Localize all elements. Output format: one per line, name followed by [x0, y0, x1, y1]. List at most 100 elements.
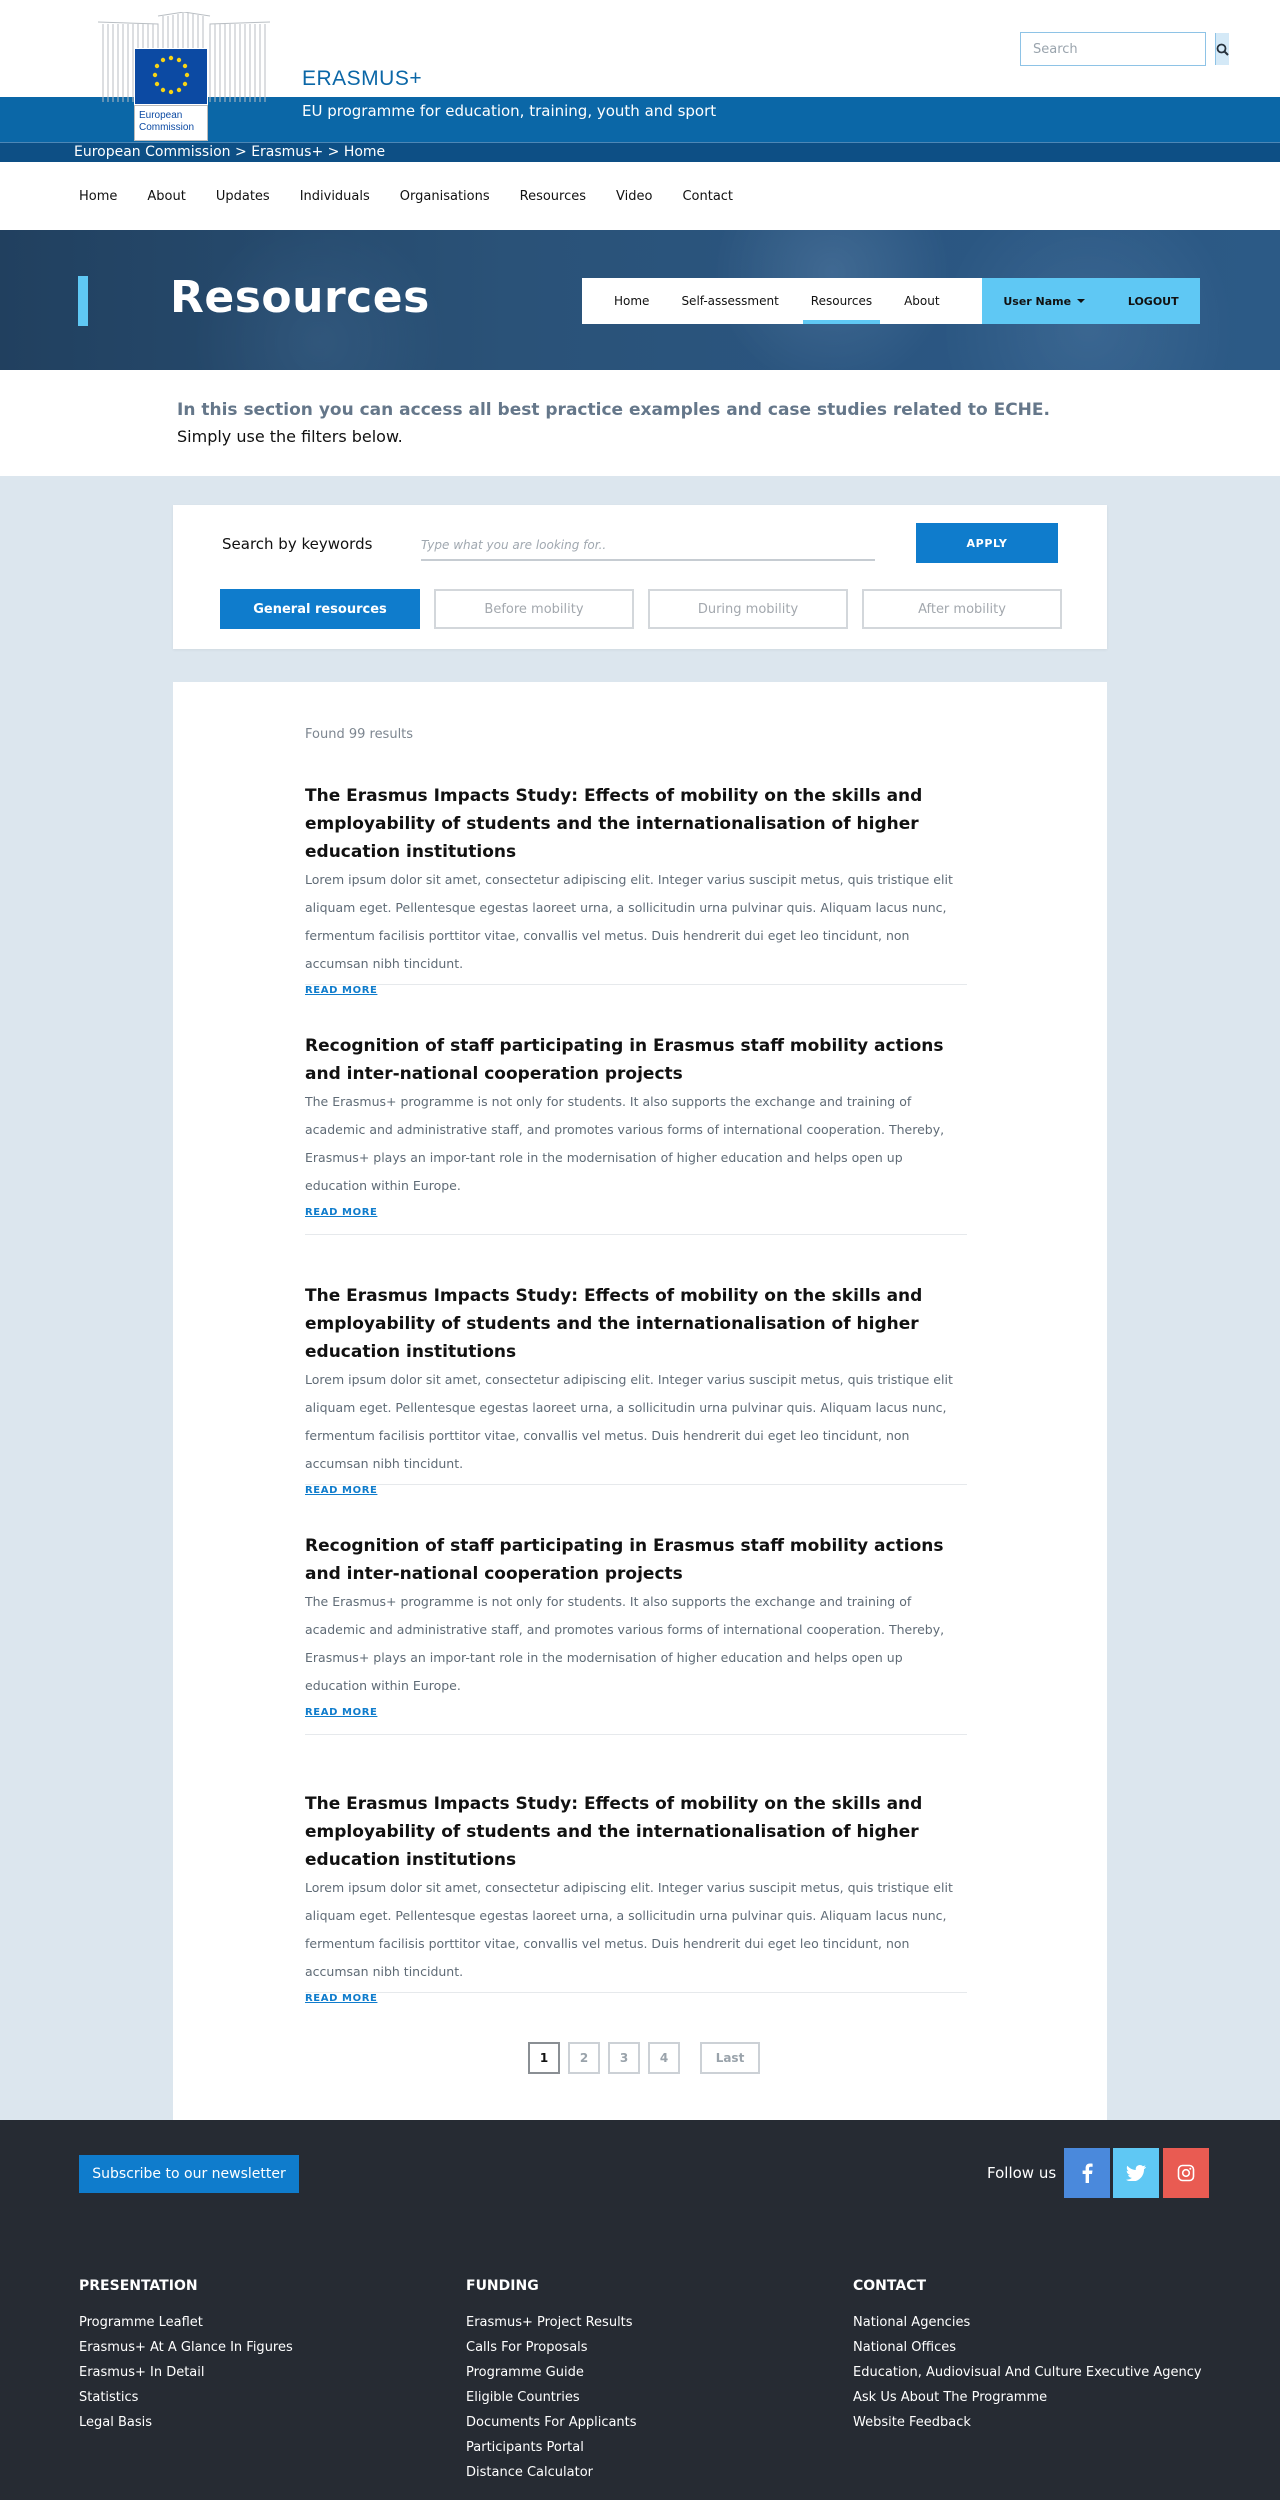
- footer-link[interactable]: Calls For Proposals: [466, 2335, 806, 2360]
- result-title[interactable]: The Erasmus Impacts Study: Effects of mo…: [305, 782, 967, 866]
- footer-heading: CONTACT: [853, 2278, 927, 2294]
- user-name: User Name: [1003, 294, 1072, 308]
- nav-organisations[interactable]: Organisations: [400, 189, 490, 204]
- section-tabs: Home Self-assessment Resources About: [582, 278, 982, 324]
- logo-text: European Commission: [134, 105, 208, 141]
- footer: Subscribe to our newsletter Follow us PR…: [0, 2120, 1280, 2500]
- result-summary: The Erasmus+ programme is not only for s…: [305, 1594, 945, 1693]
- twitter-button[interactable]: [1113, 2148, 1159, 2198]
- footer-column-contact: CONTACT National Agencies National Offic…: [853, 2278, 1253, 2435]
- nav-individuals[interactable]: Individuals: [300, 189, 370, 204]
- filter-tab-during-mobility[interactable]: During mobility: [648, 589, 848, 629]
- tab-self-assessment[interactable]: Self-assessment: [665, 278, 794, 324]
- hero-accent-bar: [78, 276, 88, 326]
- result-item: The Erasmus Impacts Study: Effects of mo…: [305, 782, 967, 997]
- subscribe-newsletter-button[interactable]: Subscribe to our newsletter: [79, 2155, 299, 2193]
- result-divider: [305, 1234, 967, 1235]
- user-bar: User Name LOGOUT: [982, 278, 1200, 324]
- pagination: 1 2 3 4 Last: [528, 2042, 760, 2074]
- filter-tabs: General resources Before mobility During…: [220, 589, 1062, 629]
- footer-column-presentation: PRESENTATION Programme Leaflet Erasmus+ …: [79, 2278, 419, 2435]
- read-more-link[interactable]: READ MORE: [305, 985, 377, 996]
- footer-link[interactable]: Documents For Applicants: [466, 2410, 806, 2435]
- search-keywords-label: Search by keywords: [222, 535, 373, 553]
- page-1-button[interactable]: 1: [528, 2042, 560, 2074]
- result-item: Recognition of staff participating in Er…: [305, 1032, 967, 1219]
- nav-resources[interactable]: Resources: [520, 189, 586, 204]
- result-title[interactable]: The Erasmus Impacts Study: Effects of mo…: [305, 1282, 967, 1366]
- result-summary: Lorem ipsum dolor sit amet, consectetur …: [305, 1372, 953, 1471]
- intro-section: In this section you can access all best …: [0, 370, 1280, 476]
- header-search: [1020, 32, 1229, 66]
- read-more-link[interactable]: READ MORE: [305, 1485, 377, 1496]
- footer-link[interactable]: Erasmus+ Project Results: [466, 2310, 806, 2335]
- last-page-button[interactable]: Last: [700, 2042, 760, 2074]
- filter-tab-general-resources[interactable]: General resources: [220, 589, 420, 629]
- footer-link[interactable]: Programme Leaflet: [79, 2310, 419, 2335]
- page-2-button[interactable]: 2: [568, 2042, 600, 2074]
- european-commission-logo[interactable]: European Commission: [98, 12, 270, 141]
- nav-video[interactable]: Video: [616, 189, 652, 204]
- result-title[interactable]: The Erasmus Impacts Study: Effects of mo…: [305, 1790, 967, 1874]
- read-more-link[interactable]: READ MORE: [305, 1993, 377, 2004]
- footer-link[interactable]: Eligible Countries: [466, 2385, 806, 2410]
- results-panel: Found 99 results The Erasmus Impacts Stu…: [173, 682, 1107, 2120]
- results-count: Found 99 results: [305, 727, 414, 742]
- read-more-link[interactable]: READ MORE: [305, 1707, 377, 1718]
- search-input[interactable]: [1021, 33, 1215, 65]
- user-menu[interactable]: User Name: [1003, 294, 1086, 308]
- read-more-link[interactable]: READ MORE: [305, 1207, 377, 1218]
- result-summary: Lorem ipsum dolor sit amet, consectetur …: [305, 1880, 953, 1979]
- filter-panel: Search by keywords APPLY General resourc…: [173, 505, 1107, 649]
- footer-link[interactable]: Legal Basis: [79, 2410, 419, 2435]
- intro-line-2: Simply use the filters below.: [177, 427, 403, 446]
- footer-column-funding: FUNDING Erasmus+ Project Results Calls F…: [466, 2278, 806, 2485]
- footer-link[interactable]: Programme Guide: [466, 2360, 806, 2385]
- keyword-search-input[interactable]: [421, 531, 875, 561]
- nav-updates[interactable]: Updates: [216, 189, 270, 204]
- filter-tab-after-mobility[interactable]: After mobility: [862, 589, 1062, 629]
- tab-about[interactable]: About: [888, 278, 955, 324]
- tab-resources[interactable]: Resources: [795, 278, 888, 324]
- result-item: Recognition of staff participating in Er…: [305, 1532, 967, 1719]
- site-tagline: EU programme for education, training, yo…: [302, 102, 717, 120]
- footer-link[interactable]: Statistics: [79, 2385, 419, 2410]
- result-item: The Erasmus Impacts Study: Effects of mo…: [305, 1790, 967, 2005]
- footer-link[interactable]: National Offices: [853, 2335, 1253, 2360]
- footer-link[interactable]: Ask Us About The Programme: [853, 2385, 1253, 2410]
- breadcrumb[interactable]: European Commission > Erasmus+ > Home: [74, 143, 385, 161]
- footer-link[interactable]: Website Feedback: [853, 2410, 1253, 2435]
- footer-link[interactable]: Education, Audiovisual And Culture Execu…: [853, 2360, 1253, 2385]
- footer-link[interactable]: Erasmus+ In Detail: [79, 2360, 419, 2385]
- nav-home[interactable]: Home: [79, 189, 117, 204]
- intro-line-1: In this section you can access all best …: [177, 400, 1050, 420]
- nav-contact[interactable]: Contact: [682, 189, 733, 204]
- result-summary: The Erasmus+ programme is not only for s…: [305, 1094, 945, 1193]
- footer-link[interactable]: Participants Portal: [466, 2435, 806, 2460]
- result-divider: [305, 1484, 967, 1485]
- page-3-button[interactable]: 3: [608, 2042, 640, 2074]
- footer-link[interactable]: Distance Calculator: [466, 2460, 806, 2485]
- follow-us-label: Follow us: [987, 2164, 1057, 2182]
- result-divider: [305, 1992, 967, 1993]
- instagram-icon: [1177, 2164, 1195, 2182]
- result-title[interactable]: Recognition of staff participating in Er…: [305, 1032, 967, 1088]
- instagram-button[interactable]: [1163, 2148, 1209, 2198]
- logout-button[interactable]: LOGOUT: [1128, 295, 1179, 308]
- search-button[interactable]: [1215, 33, 1229, 65]
- eu-flag-icon: [134, 48, 208, 105]
- footer-link[interactable]: Erasmus+ At A Glance In Figures: [79, 2335, 419, 2360]
- filter-tab-before-mobility[interactable]: Before mobility: [434, 589, 634, 629]
- facebook-button[interactable]: [1064, 2148, 1110, 2198]
- facebook-icon: [1082, 2163, 1093, 2183]
- page-4-button[interactable]: 4: [648, 2042, 680, 2074]
- footer-link[interactable]: National Agencies: [853, 2310, 1253, 2335]
- nav-about[interactable]: About: [147, 189, 185, 204]
- result-item: The Erasmus Impacts Study: Effects of mo…: [305, 1282, 967, 1497]
- result-title[interactable]: Recognition of staff participating in Er…: [305, 1532, 967, 1588]
- site-name[interactable]: ERASMUS+: [302, 67, 422, 91]
- caret-down-icon: [1077, 299, 1086, 303]
- result-summary: Lorem ipsum dolor sit amet, consectetur …: [305, 872, 953, 971]
- apply-button[interactable]: APPLY: [916, 523, 1058, 563]
- tab-home[interactable]: Home: [598, 278, 665, 324]
